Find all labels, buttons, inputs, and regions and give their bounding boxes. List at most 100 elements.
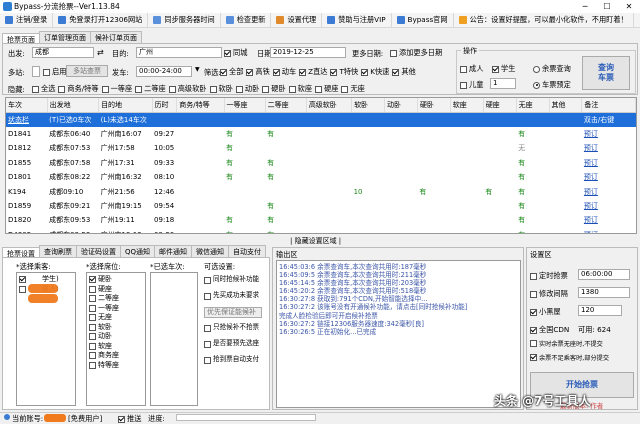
table-row[interactable]: D4305成都东09:53广州南19:1309:20有有有预订 bbox=[6, 228, 636, 233]
seat-item[interactable]: 软座 bbox=[89, 342, 143, 352]
little-black-room-input[interactable]: 120 bbox=[578, 305, 622, 316]
menu-item[interactable]: 设置代理 bbox=[271, 12, 323, 28]
multi-station-input[interactable] bbox=[32, 66, 40, 77]
column-header[interactable]: 目的地 bbox=[98, 98, 153, 113]
book-link[interactable]: 预订 bbox=[582, 228, 636, 233]
seat-hide-checkbox[interactable]: 商务/特等 bbox=[58, 84, 99, 94]
table-row[interactable]: K194 成都09:10 广州21:56 12:46 10 有 有 有 预订 bbox=[6, 184, 636, 198]
menu-item[interactable]: Bypass官网 bbox=[392, 12, 454, 28]
option-item[interactable]: 先买成功未要求 bbox=[204, 288, 268, 304]
option-item[interactable]: 同时抢候补功能 bbox=[204, 272, 268, 288]
column-header[interactable]: 历时 bbox=[152, 98, 178, 113]
to-input[interactable]: 广州 bbox=[136, 47, 222, 58]
timed-grab-checkbox[interactable]: 定时抢票 bbox=[530, 271, 568, 281]
column-header[interactable]: 一等座 bbox=[224, 98, 266, 113]
seat-item[interactable]: 硬座 bbox=[89, 285, 143, 295]
column-header[interactable]: 硬卧 bbox=[417, 98, 451, 113]
column-header[interactable]: 商务/特等 bbox=[176, 98, 225, 113]
book-link[interactable]: 预订 bbox=[582, 170, 636, 184]
menu-item[interactable]: 同步服务器时间 bbox=[148, 12, 221, 28]
seat-hide-checkbox[interactable]: 软卧 bbox=[209, 84, 233, 94]
seat-hide-checkbox[interactable]: 高级软卧 bbox=[168, 84, 207, 94]
child-count-input[interactable]: 1 bbox=[490, 78, 516, 89]
maximize-icon[interactable]: ☐ bbox=[596, 0, 618, 13]
seat-item[interactable]: 硬卧 bbox=[89, 275, 143, 285]
table-row[interactable]: D1801 成都东08:22 广州南16:32 08:10 有 有 有 预订 bbox=[6, 170, 636, 184]
trains-selected-list[interactable] bbox=[150, 272, 198, 406]
partial-submit-checkbox[interactable]: 余票不足乘客时,部分提交 bbox=[530, 353, 609, 362]
menu-item[interactable]: 赞助与注册VIP bbox=[322, 12, 392, 28]
book-link[interactable]: 预订 bbox=[582, 213, 636, 227]
filter-checkbox[interactable]: 其他 bbox=[392, 67, 416, 77]
menu-item[interactable]: 注销/登录 bbox=[0, 12, 54, 28]
column-header[interactable]: 软卧 bbox=[351, 98, 385, 113]
column-header[interactable]: 二等座 bbox=[265, 98, 307, 113]
seat-hide-checkbox[interactable]: 全选 bbox=[32, 84, 55, 94]
menu-item[interactable]: 免登录打开12306网站 bbox=[53, 12, 149, 28]
table-row[interactable]: D1859 成都东09:21 广州南19:15 09:54 有 有 预订 bbox=[6, 199, 636, 213]
seat-item[interactable]: 特等座 bbox=[89, 361, 143, 371]
modify-interval-checkbox[interactable]: 修改间隔 bbox=[530, 289, 568, 299]
realtime-no-seat-checkbox[interactable]: 实时余票无座时,不提交 bbox=[530, 339, 603, 348]
child-checkbox[interactable]: 儿童 bbox=[460, 80, 483, 90]
minimize-icon[interactable]: ─ bbox=[574, 0, 596, 13]
seat-hide-checkbox[interactable]: 无座 bbox=[341, 84, 365, 94]
swap-icon[interactable]: ⇄ bbox=[97, 48, 104, 57]
filter-checkbox[interactable]: K快速 bbox=[361, 67, 389, 77]
remain-query-radio[interactable]: 余票查询 bbox=[533, 64, 571, 74]
seat-hide-checkbox[interactable]: 软座 bbox=[288, 84, 312, 94]
table-row[interactable]: D1820 成都东09:53 广州19:11 09:18 有 有 有 预订 bbox=[6, 213, 636, 227]
adult-checkbox[interactable]: 成人 bbox=[460, 64, 483, 74]
enable-multi-checkbox[interactable]: 启用 bbox=[43, 67, 66, 77]
depart-time-select[interactable]: 00:00-24:00 bbox=[136, 66, 192, 77]
seat-hide-checkbox[interactable]: 硬卧 bbox=[262, 84, 286, 94]
seat-item[interactable]: 动卧 bbox=[89, 332, 143, 342]
same-city-checkbox[interactable]: 同城 bbox=[224, 48, 247, 58]
book-link[interactable]: 预订 bbox=[582, 141, 636, 155]
option-select[interactable]: 优先保证能候补 bbox=[204, 306, 262, 318]
menu-item[interactable]: 公告：设置好提醒，可以最小化软件，不用盯着！ bbox=[454, 12, 634, 28]
column-header[interactable]: 其他 bbox=[549, 98, 583, 113]
close-icon[interactable]: ✕ bbox=[618, 0, 640, 13]
filter-checkbox[interactable]: 动车 bbox=[272, 67, 296, 77]
from-input[interactable]: 成都 bbox=[32, 47, 94, 58]
option-item[interactable]: 优先保证能候补 bbox=[204, 304, 268, 320]
column-header[interactable]: 无座 bbox=[516, 98, 550, 113]
interval-input[interactable]: 1380 bbox=[578, 287, 630, 298]
add-more-date-checkbox[interactable]: 添加更多日期 bbox=[390, 48, 442, 58]
query-ticket-button[interactable]: 查询 车票 bbox=[582, 56, 630, 90]
option-item[interactable]: 只抢候补不抢票 bbox=[204, 320, 268, 336]
filter-checkbox[interactable]: Z直达 bbox=[299, 67, 327, 77]
timed-grab-input[interactable]: 06:00:00 bbox=[578, 269, 630, 280]
option-item[interactable]: 抢到票自动支付 bbox=[204, 352, 268, 368]
table-row[interactable]: D1855 成都东07:58 广州17:31 09:33 有 有 有 预订 bbox=[6, 156, 636, 170]
book-link[interactable]: 预订 bbox=[582, 156, 636, 170]
push-checkbox[interactable]: 推送 bbox=[118, 414, 141, 424]
seat-item[interactable]: 无座 bbox=[89, 313, 143, 323]
book-ticket-radio[interactable]: 车票预定 bbox=[533, 80, 571, 90]
book-link[interactable]: 预订 bbox=[582, 184, 636, 198]
status-row[interactable]: 状态栏 (T)已选0车次 (L)未选14车次 双击/右键 bbox=[6, 112, 636, 127]
date-input[interactable]: 2019-12-25 bbox=[270, 47, 346, 58]
column-header[interactable]: 软座 bbox=[450, 98, 484, 113]
column-header[interactable]: 硬座 bbox=[483, 98, 517, 113]
national-cdn-checkbox[interactable]: 全国CDN bbox=[530, 325, 569, 335]
option-item[interactable]: 是否要预先选座 bbox=[204, 336, 268, 352]
book-link[interactable]: 预订 bbox=[582, 199, 636, 213]
column-header[interactable]: 出发地 bbox=[47, 98, 100, 113]
filter-checkbox[interactable]: 全部 bbox=[220, 67, 243, 77]
seat-item[interactable]: 一等座 bbox=[89, 304, 143, 314]
seat-item[interactable]: 软卧 bbox=[89, 323, 143, 333]
student-checkbox[interactable]: 学生 bbox=[492, 64, 515, 74]
seat-hide-checkbox[interactable]: 动卧 bbox=[235, 84, 259, 94]
column-header[interactable]: 高级软卧 bbox=[306, 98, 353, 113]
column-header[interactable]: 车次 bbox=[6, 98, 48, 113]
multi-query-button[interactable]: 多站查票 bbox=[66, 65, 108, 77]
little-black-room-checkbox[interactable]: 小黑屋 bbox=[530, 307, 561, 317]
seat-hide-checkbox[interactable]: 硬座 bbox=[315, 84, 338, 94]
table-row[interactable]: D1841 成都东06:40 广州南16:07 09:27 有 有 有 预订 bbox=[6, 127, 636, 141]
chevron-down-icon[interactable]: ▼ bbox=[195, 66, 200, 73]
column-header[interactable]: 动卧 bbox=[384, 98, 418, 113]
seat-hide-checkbox[interactable]: 二等座 bbox=[135, 84, 166, 94]
filter-checkbox[interactable]: 高铁 bbox=[246, 67, 270, 77]
